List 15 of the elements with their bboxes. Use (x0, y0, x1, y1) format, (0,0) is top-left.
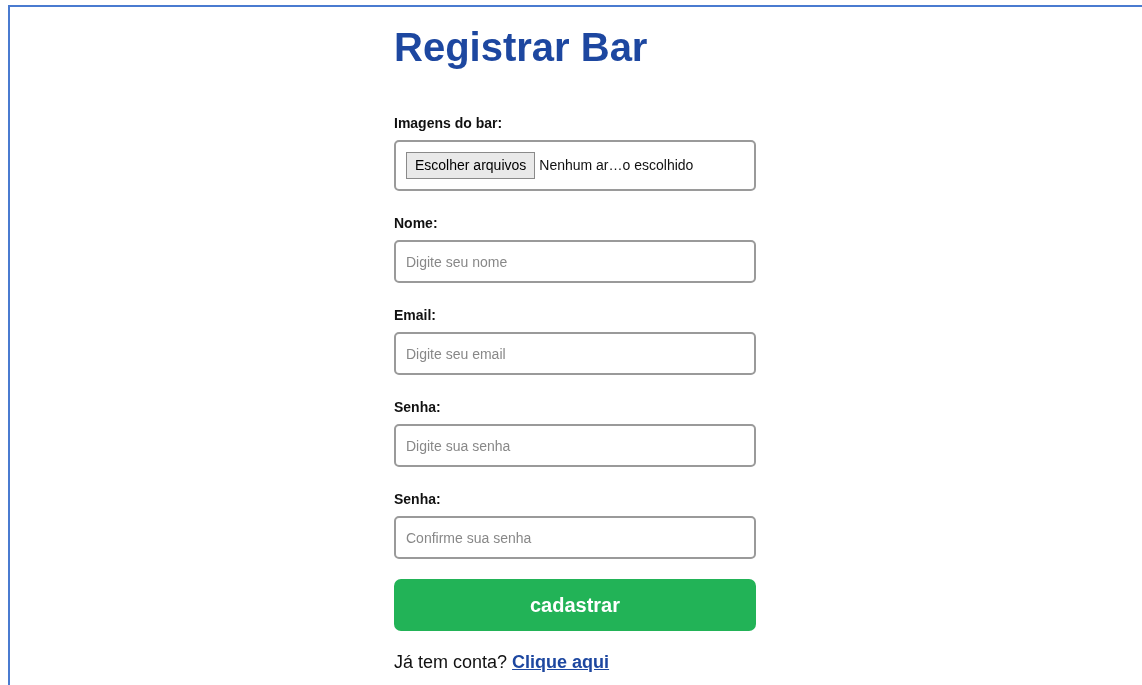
page-title: Registrar Bar (394, 24, 648, 71)
field-label: Senha: (394, 490, 441, 509)
choose-files-button[interactable]: Escolher arquivos (406, 152, 536, 179)
login-link[interactable]: Clique aqui (512, 649, 610, 676)
input-field[interactable]: Confirme sua senha (394, 516, 756, 559)
input-field[interactable]: Digite seu nome (394, 240, 756, 283)
field-label: Senha: (394, 398, 441, 417)
file-status: Nenhum ar…o escolhido (539, 156, 694, 175)
field-label: Nome: (394, 214, 438, 233)
field-label: Imagens do bar: (394, 114, 503, 133)
login-prompt: Já tem conta? (394, 651, 508, 674)
input-field[interactable]: Digite sua senha (394, 424, 756, 467)
file-input[interactable]: Escolher arquivos Nenhum ar…o escolhido (394, 140, 756, 191)
field-label: Email: (394, 306, 436, 325)
input-field[interactable]: Digite seu email (394, 332, 756, 375)
